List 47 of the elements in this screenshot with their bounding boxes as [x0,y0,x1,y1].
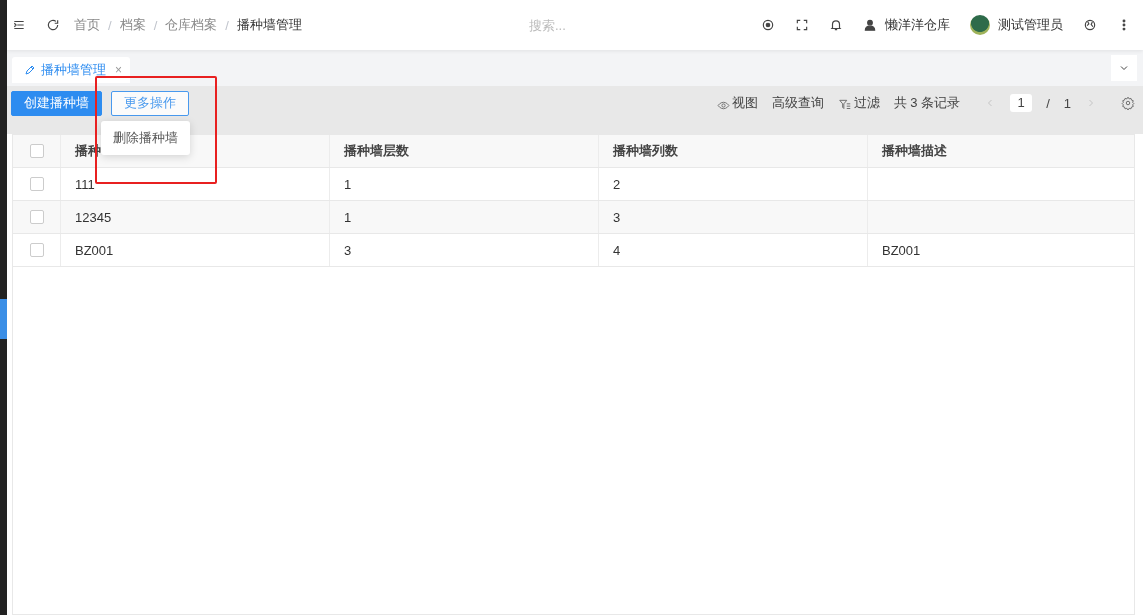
breadcrumb-link[interactable]: 播种墙管理 [236,16,302,34]
page-input[interactable]: 1 [1010,94,1033,112]
breadcrumb-separator: / [108,17,112,33]
breadcrumb-link[interactable]: 档案 [119,16,146,34]
column-header: 播种墙描述 [882,142,947,160]
pencil-icon [24,64,36,76]
table-cell: 12345 [75,209,112,225]
bell-icon[interactable] [829,18,843,32]
table-cell: 4 [613,242,621,258]
refresh-icon[interactable] [46,18,60,32]
filter-link[interactable]: 过滤 [853,94,880,112]
column-header: 播种墙层数 [344,142,409,160]
table-cell: 111 [75,176,95,192]
avatar [970,15,990,35]
table-cell: 3 [344,242,352,258]
checkbox[interactable] [29,177,44,191]
filter-icon [837,98,852,112]
advanced-search-link[interactable]: 高级查询 [771,94,824,112]
tab[interactable]: 播种墙管理 × [12,57,130,83]
view-link[interactable]: 视图 [731,94,758,112]
page-count: 1 [1063,95,1071,111]
record-icon[interactable] [761,18,775,32]
breadcrumb-separator: / [225,17,229,33]
table-cell: BZ001 [882,242,921,258]
table-cell: BZ001 [75,242,114,258]
globe-icon[interactable] [1083,18,1097,32]
page-separator: / [1046,95,1050,111]
user-name[interactable]: 测试管理员 [998,16,1063,34]
checkbox[interactable] [29,243,44,257]
checkbox[interactable] [29,210,44,224]
table-cell: 1 [344,176,352,192]
menu-item[interactable]: 删除播种墙 [113,129,178,147]
table-cell: 2 [613,176,621,192]
breadcrumb-link[interactable]: 仓库档案 [165,16,218,34]
column-header: 播种墙列数 [613,142,678,160]
menu-icon[interactable] [12,18,26,32]
table-cell: 1 [344,209,352,225]
settings-icon[interactable] [1121,96,1135,110]
warehouse-name[interactable]: 懒洋洋仓库 [885,16,950,34]
table-cell: 3 [613,209,621,225]
fullscreen-icon[interactable] [795,18,809,32]
breadcrumb-separator: / [153,17,158,33]
checkbox[interactable] [29,144,44,158]
user-icon [863,18,877,32]
breadcrumb-link[interactable]: 首页 [74,16,100,34]
record-count: 共 3 条记录 [893,94,961,112]
eye-icon [716,99,730,112]
